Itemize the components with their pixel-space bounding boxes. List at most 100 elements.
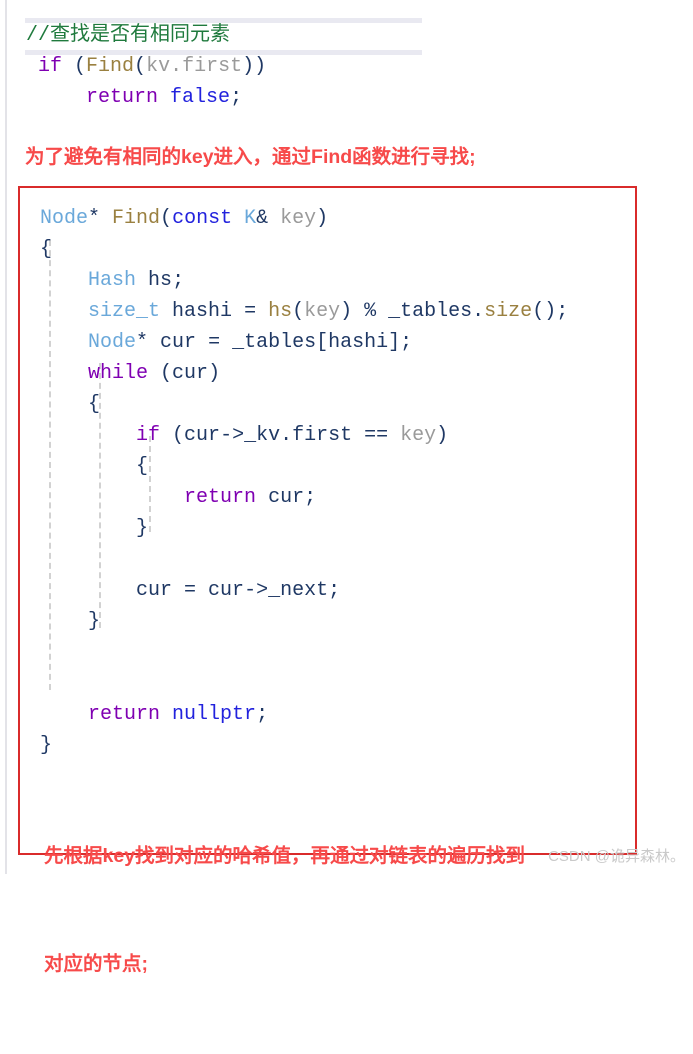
top-snippet-line: //查找是否有相同元素	[26, 20, 266, 51]
annotation-inside-code-box: 先根据key找到对应的哈希值，再通过对链表的遍历找到 对应的节点;	[44, 766, 525, 1054]
top-snippet-token: false	[170, 86, 231, 109]
find-function-token: ) %	[340, 300, 389, 323]
find-function-token: K	[244, 207, 257, 230]
find-function-line: cur = cur->_next;	[40, 575, 568, 606]
find-function-line: Node* cur = _tables[hashi];	[40, 327, 568, 358]
find-function-line: }	[40, 513, 568, 544]
find-function-line: Hash hs;	[40, 265, 568, 296]
find-function-token: _next	[268, 579, 329, 602]
find-function-token: (	[160, 207, 173, 230]
find-function-token	[40, 300, 88, 323]
top-code-snippet[interactable]: //查找是否有相同元素 if (Find(kv.first)) return f…	[26, 20, 266, 113]
find-function-token: (	[148, 362, 173, 385]
find-function-token	[40, 362, 88, 385]
find-function-token: {	[40, 455, 149, 478]
find-function-line	[40, 637, 568, 668]
find-function-token	[160, 300, 172, 323]
find-function-token: _tables	[388, 300, 473, 323]
find-function-token: Node	[40, 207, 89, 230]
find-function-line: }	[40, 730, 568, 761]
top-snippet-line: if (Find(kv.first))	[26, 51, 266, 82]
find-function-token: ;	[172, 269, 185, 292]
top-snippet-token: return	[26, 86, 159, 109]
find-function-token: return	[184, 486, 257, 509]
find-function-token: .	[280, 424, 293, 447]
find-function-token: =	[232, 300, 269, 323]
find-function-token: key	[400, 424, 437, 447]
find-function-token: =	[196, 331, 233, 354]
find-function-token: key	[304, 300, 341, 323]
top-snippet-token: Find	[86, 55, 135, 78]
find-function-token	[40, 269, 88, 292]
find-function-token: ;	[328, 579, 341, 602]
find-function-token: const	[172, 207, 233, 230]
page-left-rule	[5, 0, 7, 874]
find-function-token: hs	[148, 269, 173, 292]
find-function-token: ->	[220, 424, 245, 447]
find-function-token	[40, 424, 136, 447]
find-function-token: first	[292, 424, 353, 447]
find-function-token: ();	[532, 300, 569, 323]
find-function-line: return nullptr;	[40, 699, 568, 730]
top-snippet-token: ))	[242, 55, 267, 78]
find-function-line	[40, 544, 568, 575]
annotation-bottom-line-1: 先根据key找到对应的哈希值，再通过对链表的遍历找到	[44, 845, 526, 867]
find-function-line: {	[40, 451, 568, 482]
annotation-above-code-box: 为了避免有相同的key进入，通过Find函数进行寻找;	[25, 146, 476, 168]
find-function-token: ->	[244, 579, 269, 602]
find-function-token	[256, 486, 268, 509]
find-function-token: *	[136, 331, 161, 354]
find-function-line	[40, 668, 568, 699]
find-function-token: *	[88, 207, 113, 230]
find-function-token: _kv	[244, 424, 281, 447]
find-function-token: ==	[352, 424, 401, 447]
find-function-token: ;	[256, 703, 269, 726]
find-function-token: )	[208, 362, 221, 385]
find-function-token: .	[472, 300, 485, 323]
find-function-line: size_t hashi = hs(key) % _tables.size();	[40, 296, 568, 327]
top-snippet-token: (	[134, 55, 147, 78]
find-function-token	[40, 703, 88, 726]
find-function-token: Hash	[88, 269, 137, 292]
top-snippet-token: if	[26, 55, 63, 78]
find-function-token: ;	[304, 486, 317, 509]
find-function-line: return cur;	[40, 482, 568, 513]
find-function-token: key	[280, 207, 317, 230]
find-function-token: {	[40, 393, 101, 416]
find-function-token	[160, 703, 172, 726]
annotation-bottom-line-2: 对应的节点;	[44, 953, 148, 975]
find-function-token: size	[484, 300, 533, 323]
find-function-token	[40, 331, 88, 354]
find-function-code[interactable]: Node* Find(const K& key){ Hash hs; size_…	[40, 203, 568, 761]
top-snippet-token: ;	[230, 86, 243, 109]
top-snippet-token: kv.first	[146, 55, 243, 78]
find-function-token: Find	[112, 207, 161, 230]
find-function-token: hashi	[172, 300, 233, 323]
top-snippet-token: (	[62, 55, 87, 78]
find-function-token	[40, 579, 136, 602]
find-function-token: }	[40, 734, 53, 757]
top-snippet-line: return false;	[26, 82, 266, 113]
find-function-token: cur	[184, 424, 221, 447]
find-function-token: cur	[208, 579, 245, 602]
find-function-token: )	[436, 424, 449, 447]
find-function-token: (	[160, 424, 185, 447]
find-function-token	[136, 269, 148, 292]
find-function-token: _tables	[232, 331, 317, 354]
csdn-watermark: CSDN @诡异森林。	[548, 848, 685, 865]
find-function-token: hs	[268, 300, 293, 323]
find-function-token	[40, 486, 184, 509]
find-function-line: {	[40, 389, 568, 420]
find-function-token: {	[40, 238, 53, 261]
find-function-token: cur	[268, 486, 305, 509]
find-function-token: =	[172, 579, 209, 602]
find-function-token: if	[136, 424, 161, 447]
find-function-line: if (cur->_kv.first == key)	[40, 420, 568, 451]
top-snippet-token: //查找是否有相同元素	[26, 24, 231, 47]
code-box[interactable]: Node* Find(const K& key){ Hash hs; size_…	[18, 186, 637, 975]
find-function-token: &	[256, 207, 281, 230]
find-function-token: cur	[136, 579, 173, 602]
find-function-token	[232, 207, 244, 230]
find-function-line: {	[40, 234, 568, 265]
find-function-token: [	[316, 331, 329, 354]
